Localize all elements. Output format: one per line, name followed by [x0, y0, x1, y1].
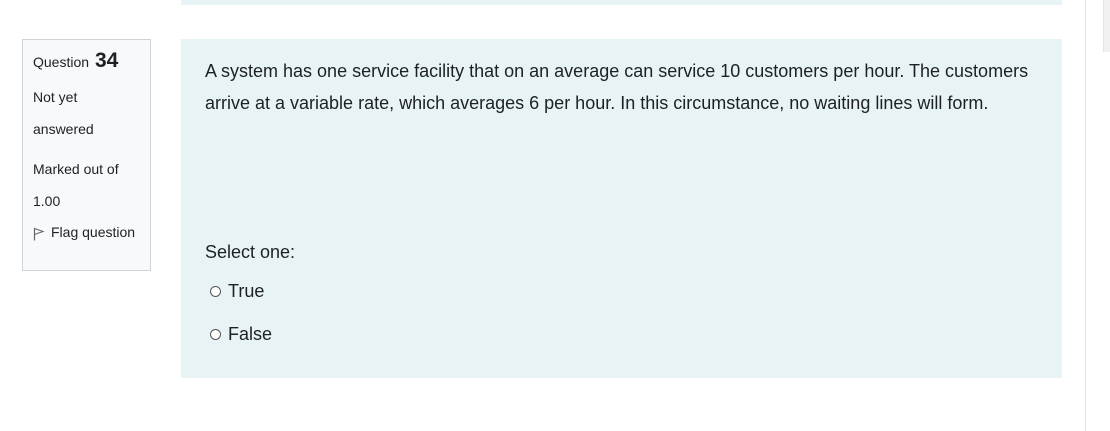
- answer-option-false-label: False: [228, 324, 273, 344]
- scrollbar-thumb[interactable]: [1103, 0, 1110, 52]
- answer-prompt: Select one:: [205, 242, 296, 262]
- question-number-value: 34: [94, 49, 119, 72]
- answer-option-false[interactable]: False: [210, 324, 272, 345]
- question-content: A system has one service facility that o…: [181, 39, 1062, 378]
- flag-icon: [33, 227, 45, 241]
- question-grade: Marked out of 1.00: [33, 153, 140, 217]
- question-grade-line1: Marked out of: [33, 161, 119, 177]
- page-divider: [1085, 0, 1086, 431]
- question-info: Question 34 Not yet answered Marked out …: [22, 39, 151, 271]
- question-state-line1: Not yet: [33, 89, 78, 105]
- radio-false[interactable]: [210, 329, 221, 340]
- question-grade-line2: 1.00: [33, 193, 61, 209]
- question-label: Question: [33, 54, 90, 70]
- question-text: A system has one service facility that o…: [205, 61, 1029, 113]
- flag-question-button[interactable]: Flag question: [33, 223, 140, 241]
- answer-option-true-label: True: [228, 281, 265, 301]
- question-state-line2: answered: [33, 121, 94, 137]
- quiz-page: Question 34 Not yet answered Marked out …: [0, 0, 1110, 431]
- question-state: Not yet answered: [33, 81, 140, 145]
- previous-question-content: [181, 0, 1062, 5]
- flag-question-label: Flag question: [51, 224, 136, 240]
- answer-option-true[interactable]: True: [210, 281, 264, 302]
- radio-true[interactable]: [210, 286, 221, 297]
- question-number: Question 34: [33, 48, 140, 75]
